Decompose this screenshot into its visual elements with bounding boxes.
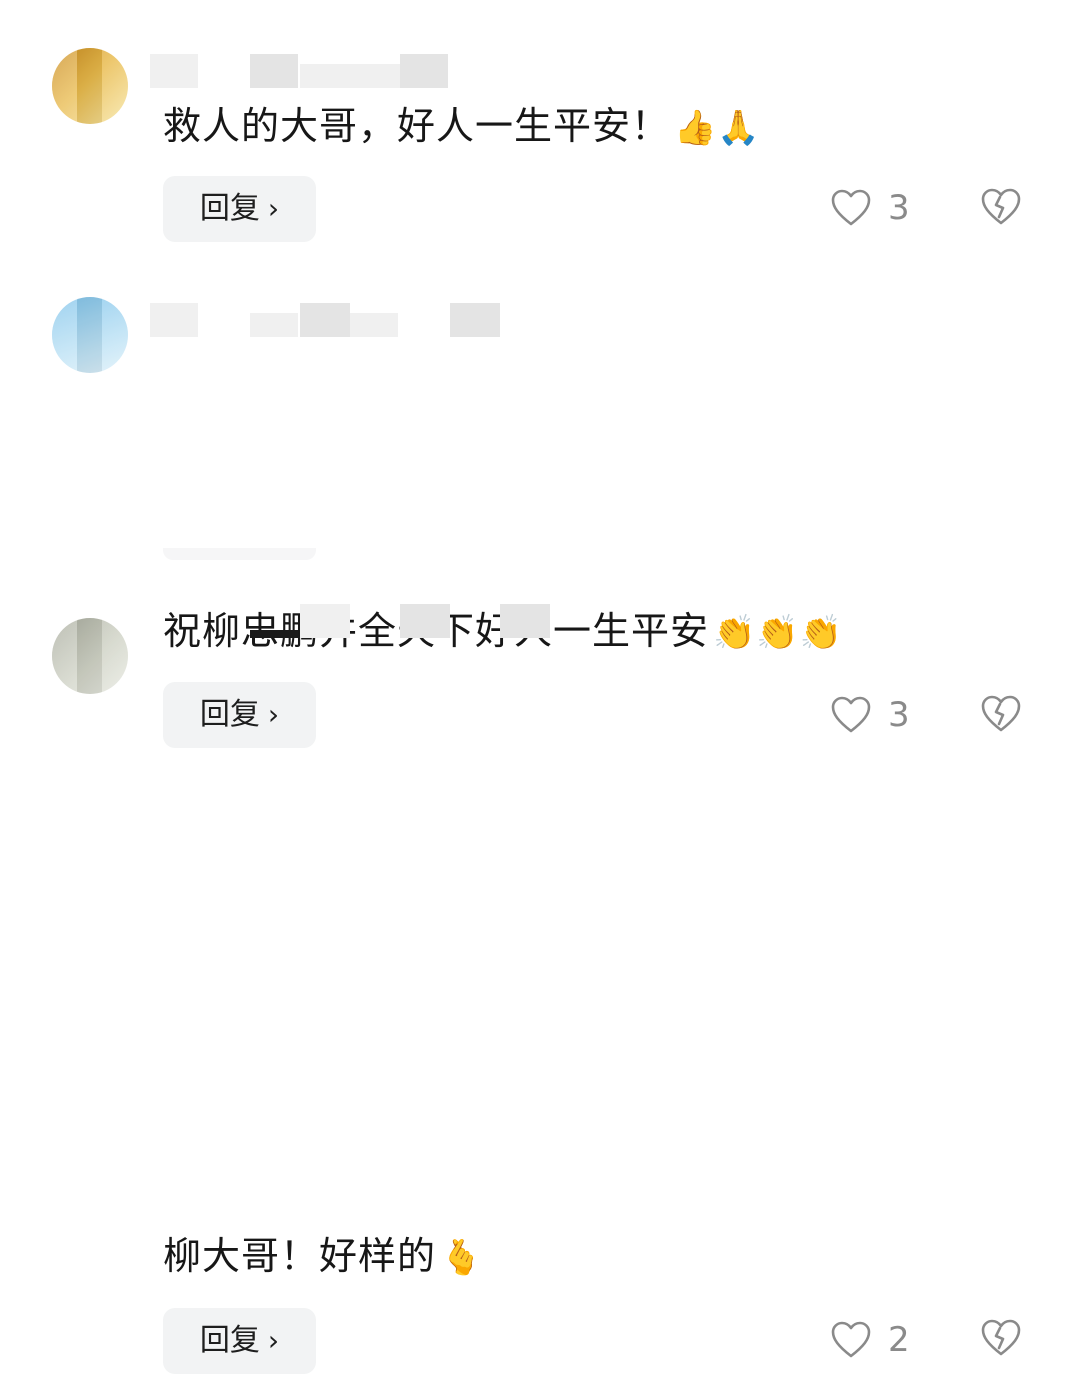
reply-button[interactable]: 回复 › (163, 176, 316, 242)
broken-heart-icon (981, 188, 1021, 225)
like-count: 3 (888, 695, 910, 735)
avatar[interactable] (52, 297, 128, 373)
dislike-button[interactable] (980, 1318, 1022, 1358)
username-blurred[interactable] (150, 604, 550, 638)
avatar[interactable] (52, 48, 128, 124)
broken-heart-icon (981, 695, 1021, 732)
like-count: 2 (888, 1320, 910, 1360)
like-count: 3 (888, 188, 910, 228)
comment-body: 救人的大哥，好人一生平安！ (163, 104, 671, 148)
broken-heart-icon (981, 1319, 1021, 1356)
chevron-right-icon: › (267, 698, 280, 731)
like-button[interactable]: 3 (830, 188, 914, 228)
emoji-clapping: 👏👏👏 (713, 613, 844, 653)
reply-label: 回复 (199, 191, 260, 226)
chevron-right-icon: › (267, 192, 280, 225)
avatar[interactable] (52, 618, 128, 694)
emoji-thumbs-pray: 👍🙏 (674, 108, 761, 148)
reply-button-partial (163, 548, 316, 560)
heart-outline-icon (831, 1321, 871, 1358)
heart-outline-icon (831, 696, 871, 733)
comment-text: 救人的大哥，好人一生平安！ 👍🙏 (163, 102, 761, 152)
chevron-right-icon: › (267, 1324, 280, 1357)
username-blurred[interactable] (150, 54, 450, 88)
emoji-finger-heart: 🫰 (440, 1238, 484, 1278)
dislike-button[interactable] (980, 187, 1022, 227)
comment-text: 柳大哥！好样的 🫰 (163, 1232, 483, 1282)
comment-body: 柳大哥！好样的 (163, 1234, 437, 1278)
like-button[interactable]: 2 (830, 1320, 914, 1360)
like-button[interactable]: 3 (830, 695, 914, 735)
username-blurred[interactable] (150, 303, 510, 337)
heart-outline-icon (831, 189, 871, 226)
reply-button[interactable]: 回复 › (163, 682, 316, 748)
dislike-button[interactable] (980, 694, 1022, 734)
reply-label: 回复 (199, 1323, 260, 1358)
reply-button[interactable]: 回复 › (163, 1308, 316, 1374)
reply-label: 回复 (199, 697, 260, 732)
